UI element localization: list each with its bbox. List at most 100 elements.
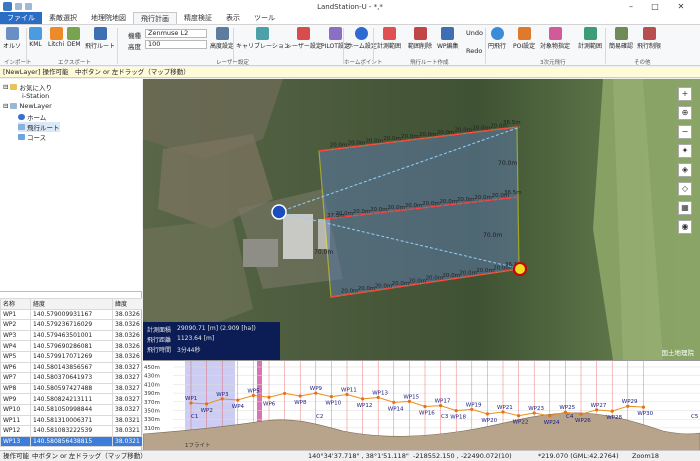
waypoint-dot[interactable] [610, 409, 614, 413]
longitude-cell: 140.579009931167 [30, 308, 113, 321]
flight-stats-panel: 計測面積 29090.71 [m] (2.909 [ha]) 飛行距離 1123.6… [143, 322, 280, 360]
waypoint-dot[interactable] [454, 408, 458, 413]
waypoint-dot[interactable] [267, 395, 271, 399]
tab-material-select[interactable]: 素敵選択 [42, 12, 84, 24]
pilot-setting-button[interactable]: PILOT設定 [321, 27, 350, 50]
waypoint-dot[interactable] [236, 398, 240, 402]
laser-setting-button[interactable]: レーザー設定 [286, 27, 322, 50]
tab-tools[interactable]: ツール [247, 12, 282, 24]
waypoint-name-cell: WP10 [0, 403, 31, 416]
tree-item-route[interactable]: 飛行ルート [18, 122, 60, 132]
layer-toggle-icon[interactable]: ◈ [678, 163, 692, 177]
route-export-button[interactable]: 飛行ルート [85, 27, 115, 50]
table-row[interactable]: WP11 140.581310006371 38.0321 [0, 414, 142, 427]
tree-item-favorites[interactable]: ⊟ お気に入り [3, 82, 52, 92]
measure-icon[interactable]: ◇ [678, 182, 692, 196]
zoom-out-icon[interactable]: − [678, 125, 692, 139]
profile-canvas[interactable]: 450m430m410m390m370m350m330m310m290m270m… [143, 361, 700, 450]
map-canvas[interactable]: 20.0m 20.0m 20.0m 20.0m 20.0m 20.0m 20.0m 20.0m… [143, 79, 700, 360]
maximize-button[interactable]: □ [644, 0, 666, 13]
waypoint-dot[interactable] [517, 414, 521, 418]
tree-item-home[interactable]: ホーム [18, 112, 46, 122]
table-row[interactable]: WP2 140.579236716029 38.0326 [0, 319, 142, 331]
tab-accuracy[interactable]: 精度検証 [177, 12, 219, 24]
model-select[interactable]: Zenmuse L2 [145, 29, 207, 38]
table-row[interactable]: WP8 140.580597427488 38.0327 [0, 382, 142, 395]
tab-file[interactable]: ファイル [0, 12, 42, 24]
elevation-profile[interactable]: 450m430m410m390m370m350m330m310m290m270m… [143, 360, 700, 450]
column-header-name[interactable]: 名称 [0, 298, 31, 310]
litchi-button[interactable]: Litchi [48, 27, 64, 48]
waypoint-label: WP29 [622, 399, 638, 405]
tree-item-newlayer[interactable]: ⊟ NewLayer [3, 102, 52, 110]
map-view[interactable]: 20.0m 20.0m 20.0m 20.0m 20.0m 20.0m 20.0m 20.0m… [143, 79, 700, 360]
home-point-marker[interactable] [271, 204, 287, 220]
column-header-latitude[interactable]: 緯度 [112, 298, 142, 310]
waypoint-dot[interactable] [548, 414, 552, 418]
waypoint-dot[interactable] [205, 402, 209, 406]
waypoint-dot[interactable] [329, 394, 333, 399]
selected-waypoint-marker[interactable] [513, 262, 527, 276]
waypoint-name-cell: WP6 [0, 361, 31, 374]
camera-icon[interactable]: ◉ [678, 220, 692, 234]
poi-setting-button[interactable]: POI設定 [513, 27, 535, 50]
undo-button[interactable]: Undo [466, 29, 483, 37]
redo-button[interactable]: Redo [466, 47, 482, 55]
table-row[interactable]: WP3 140.579463501001 38.0326 [0, 329, 142, 342]
segment-length-label: 20.0m [392, 281, 410, 287]
ortho-button[interactable]: オルソ [3, 27, 21, 50]
calibration-button[interactable]: キャリブレーション [236, 27, 290, 50]
target-specify-button[interactable]: 対象物指定 [540, 27, 570, 50]
status-mode: 操作可能 [3, 452, 29, 460]
zoom-in-icon[interactable]: + [678, 87, 692, 101]
altitude-setting-button[interactable]: 高度設定 [210, 27, 234, 50]
waypoint-dot[interactable] [298, 394, 302, 398]
waypoint-dot[interactable] [579, 412, 583, 416]
table-row[interactable]: WP5 140.579917071269 38.0326 [0, 350, 142, 363]
table-row[interactable]: WP10 140.581050998844 38.0327 [0, 403, 142, 416]
waypoint-dot[interactable] [423, 404, 427, 409]
table-row[interactable]: WP13 140.580856438815 38.0321 [0, 435, 142, 448]
waypoint-dot[interactable] [392, 400, 396, 404]
close-button[interactable]: ✕ [670, 0, 692, 13]
grid-icon[interactable]: ▦ [678, 201, 692, 215]
compass-icon[interactable]: ✦ [678, 144, 692, 158]
tab-flight-plan[interactable]: 飛行計画 [133, 12, 177, 24]
group-import-label: インポート [4, 60, 32, 66]
segment-length-label: 20.0m [358, 286, 376, 292]
group-other-label: その他 [634, 60, 651, 66]
segment-length-label: 20.0m [365, 138, 383, 144]
table-row[interactable]: WP4 140.579690286081 38.0326 [0, 340, 142, 352]
measure-range-button[interactable]: 計測範囲 [377, 27, 401, 50]
waypoint-dot[interactable] [485, 412, 489, 416]
table-row[interactable]: WP9 140.580824213111 38.0327 [0, 393, 142, 405]
dem-button[interactable]: DEM [67, 27, 81, 48]
waypoint-dot[interactable] [283, 391, 287, 396]
target-icon [548, 27, 562, 40]
table-row[interactable]: WP1 140.579009931167 38.0326 [0, 308, 142, 321]
table-row[interactable]: WP12 140.581083222539 38.0321 [0, 425, 142, 437]
column-header-longitude[interactable]: 経度 [30, 298, 113, 310]
waypoint-dot[interactable] [641, 405, 645, 409]
waypoint-dot[interactable] [361, 397, 365, 401]
waypoint-name-cell: WP3 [0, 329, 31, 342]
table-row[interactable]: WP7 140.580370641973 38.0327 [0, 372, 142, 384]
simple-check-button[interactable]: 簡易確認 [609, 27, 633, 50]
flight-limit-button[interactable]: 飛行制限 [637, 27, 661, 50]
circle-flight-button[interactable]: 円飛行 [488, 27, 506, 50]
status-action: 中ボタン or 左ドラッグ（マップ移動） [32, 452, 147, 460]
altitude-input[interactable]: 100 [145, 40, 207, 49]
kml-button[interactable]: KML [29, 27, 42, 48]
zoom-fit-icon[interactable]: ⊕ [678, 106, 692, 120]
tree-item-istation[interactable]: i-Station [22, 92, 49, 100]
tree-item-course[interactable]: コース [18, 132, 46, 142]
tab-view[interactable]: 表示 [219, 12, 247, 24]
minimize-button[interactable]: – [620, 0, 642, 13]
delete-range-button[interactable]: 範囲削除 [408, 27, 432, 50]
measure-range-3d-button[interactable]: 計測範囲 [578, 27, 602, 50]
elevation-tick-label: 430m [144, 374, 160, 380]
tab-gsi-map[interactable]: 地理院地図 [84, 12, 133, 24]
waypoint-label: WP25 [559, 405, 575, 411]
table-row[interactable]: WP6 140.580143856567 38.0327 [0, 361, 142, 374]
wp-edit-button[interactable]: WP編集 [437, 27, 459, 50]
